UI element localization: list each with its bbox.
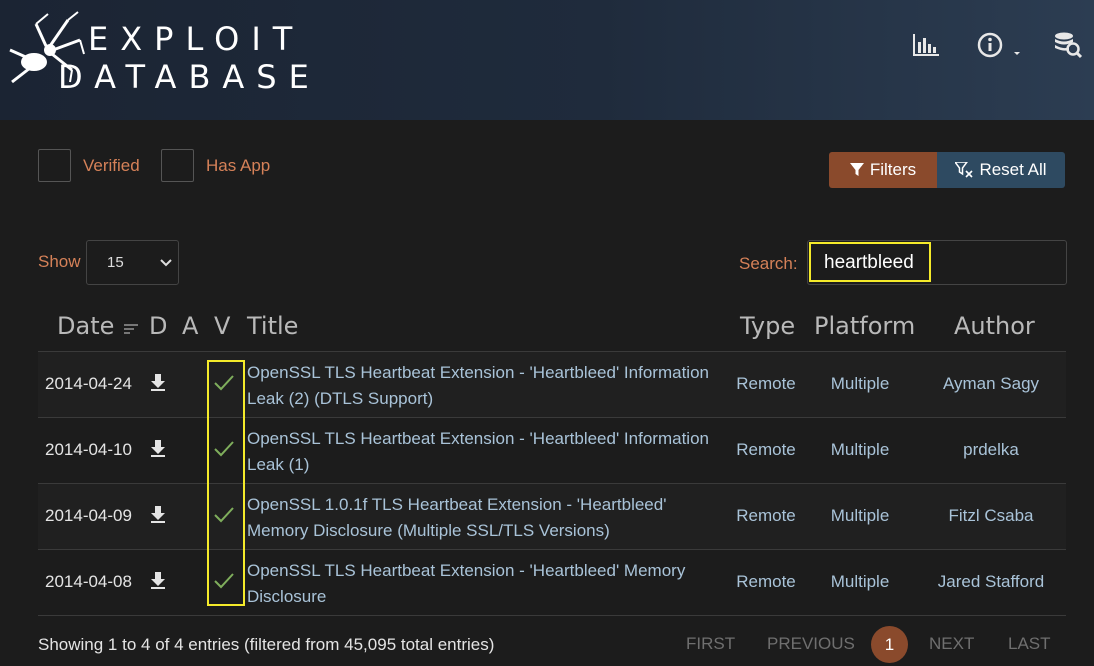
exploit-title-line-1: OpenSSL 1.0.1f TLS Heartbeat Extension -… — [247, 495, 667, 514]
column-header-author[interactable]: Author — [954, 312, 1035, 340]
column-header-date[interactable]: Date — [57, 312, 140, 340]
reset-button-label: Reset All — [979, 160, 1047, 179]
table-row: 2014-04-09 OpenSSL 1.0.1f TLS Heartbeat … — [38, 484, 1066, 550]
pagination-first[interactable]: FIRST — [686, 634, 735, 654]
row-date: 2014-04-08 — [45, 572, 132, 591]
search-database-icon[interactable] — [1053, 30, 1083, 60]
logo-text: EXPLOIT DATABASE — [58, 20, 321, 96]
pagination-next[interactable]: NEXT — [929, 634, 974, 654]
has-app-checkbox[interactable] — [161, 149, 194, 182]
pagination-current-page[interactable]: 1 — [871, 626, 908, 663]
search-input-value[interactable]: heartbleed — [809, 242, 931, 282]
filters-button[interactable]: Filters — [829, 152, 937, 188]
row-type-link[interactable]: Remote — [720, 440, 812, 460]
table-row: 2014-04-10 OpenSSL TLS Heartbeat Extensi… — [38, 418, 1066, 484]
search-label: Search: — [739, 254, 798, 273]
logo-line-2: DATABASE — [58, 58, 321, 96]
exploit-title-line-2: Leak (2) (DTLS Support) — [247, 389, 434, 408]
row-date: 2014-04-10 — [45, 440, 132, 459]
clear-filter-icon — [955, 162, 974, 178]
row-author-link[interactable]: Fitzl Csaba — [908, 506, 1074, 526]
exploit-title-line-1: OpenSSL TLS Heartbeat Extension - 'Heart… — [247, 429, 709, 448]
verified-check-icon — [214, 375, 234, 391]
exploit-title-line-1: OpenSSL TLS Heartbeat Extension - 'Heart… — [247, 561, 686, 580]
table-row: 2014-04-24 OpenSSL TLS Heartbeat Extensi… — [38, 352, 1066, 418]
show-entries-select[interactable]: 15 — [86, 240, 179, 285]
row-platform-link[interactable]: Multiple — [812, 506, 908, 526]
verified-checkbox[interactable] — [38, 149, 71, 182]
filter-icon — [849, 163, 864, 176]
exploit-title-link[interactable]: OpenSSL 1.0.1f TLS Heartbeat Extension -… — [247, 492, 727, 544]
column-header-title[interactable]: Title — [247, 312, 298, 340]
verified-check-icon — [214, 573, 234, 589]
info-icon[interactable] — [976, 30, 1020, 60]
row-author-link[interactable]: Jared Stafford — [908, 572, 1074, 592]
show-entries-value: 15 — [107, 254, 124, 271]
exploit-title-line-1: OpenSSL TLS Heartbeat Extension - 'Heart… — [247, 363, 709, 382]
pagination-previous[interactable]: PREVIOUS — [767, 634, 855, 654]
column-header-platform[interactable]: Platform — [814, 312, 915, 340]
table-row: 2014-04-08 OpenSSL TLS Heartbeat Extensi… — [38, 550, 1066, 616]
row-date: 2014-04-24 — [45, 374, 132, 393]
download-icon[interactable] — [150, 438, 166, 458]
column-header-app[interactable]: A — [182, 312, 198, 340]
exploit-title-link[interactable]: OpenSSL TLS Heartbeat Extension - 'Heart… — [247, 558, 727, 610]
row-platform-link[interactable]: Multiple — [812, 440, 908, 460]
exploit-title-link[interactable]: OpenSSL TLS Heartbeat Extension - 'Heart… — [247, 360, 727, 412]
row-type-link[interactable]: Remote — [720, 506, 812, 526]
row-author-link[interactable]: prdelka — [908, 440, 1074, 460]
site-logo[interactable]: EXPLOIT DATABASE — [6, 10, 309, 96]
row-platform-link[interactable]: Multiple — [812, 572, 908, 592]
reset-all-button[interactable]: Reset All — [937, 152, 1065, 188]
verified-check-icon — [214, 507, 234, 523]
row-platform-link[interactable]: Multiple — [812, 374, 908, 394]
show-label: Show — [38, 252, 81, 271]
row-type-link[interactable]: Remote — [720, 374, 812, 394]
table-info: Showing 1 to 4 of 4 entries (filtered fr… — [38, 635, 495, 654]
logo-line-1: EXPLOIT — [88, 20, 305, 58]
verified-label[interactable]: Verified — [83, 156, 140, 176]
download-icon[interactable] — [150, 504, 166, 524]
exploit-title-line-2: Memory Disclosure (Multiple SSL/TLS Vers… — [247, 521, 610, 540]
pagination-last[interactable]: LAST — [1008, 634, 1051, 654]
filters-button-label: Filters — [869, 160, 917, 179]
sort-icon — [124, 324, 139, 334]
chevron-down-icon — [160, 259, 172, 267]
exploit-title-line-2: Disclosure — [247, 587, 327, 606]
download-icon[interactable] — [150, 372, 166, 392]
has-app-label[interactable]: Has App — [206, 156, 270, 176]
row-author-link[interactable]: Ayman Sagy — [908, 374, 1074, 394]
exploit-title-line-2: Leak (1) — [247, 455, 310, 474]
row-type-link[interactable]: Remote — [720, 572, 812, 592]
download-icon[interactable] — [150, 570, 166, 590]
column-header-type[interactable]: Type — [740, 312, 795, 340]
exploit-title-link[interactable]: OpenSSL TLS Heartbeat Extension - 'Heart… — [247, 426, 727, 478]
column-header-verified[interactable]: V — [214, 312, 230, 340]
row-date: 2014-04-09 — [45, 506, 132, 525]
stats-icon[interactable] — [911, 30, 941, 60]
site-header: EXPLOIT DATABASE — [0, 0, 1094, 120]
column-header-download[interactable]: D — [149, 312, 167, 340]
verified-check-icon — [214, 441, 234, 457]
column-header-date-label: Date — [57, 312, 115, 340]
